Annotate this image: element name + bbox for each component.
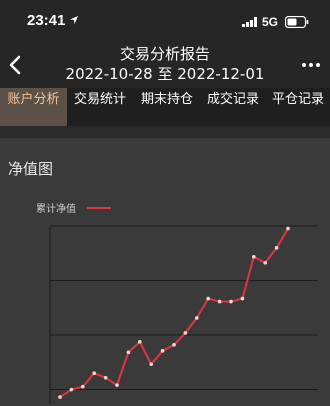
tab-bar: 账户分析 交易统计 期末持仓 成交记录 平仓记录 [0, 88, 330, 126]
data-point [69, 387, 74, 392]
data-point [229, 299, 233, 304]
status-bar: 23:41 5G [0, 0, 330, 42]
data-point [172, 343, 176, 347]
tab-account-analysis[interactable]: 账户分析 [0, 88, 67, 126]
data-point [183, 331, 188, 335]
battery-icon [285, 16, 309, 28]
data-point [206, 296, 210, 301]
tab-close-records[interactable]: 平仓记录 [266, 88, 330, 126]
chart-series [58, 226, 290, 399]
data-point [160, 349, 165, 353]
chart-legend: 累计净值 [36, 202, 111, 215]
net-value-section-title: 净值图 [8, 160, 54, 178]
signal-bars-icon [242, 17, 257, 27]
data-point [195, 316, 199, 320]
data-point [81, 384, 85, 389]
data-point [103, 375, 108, 380]
data-point [138, 340, 142, 344]
legend-series-label: 累计净值 [36, 202, 76, 215]
data-point [149, 362, 153, 367]
date-range: 2022-10-28 至 2022-12-01 [65, 65, 265, 83]
data-point [126, 350, 131, 355]
page-title: 交易分析报告 [119, 45, 210, 63]
nav-bar: 交易分析报告 2022-10-28 至 2022-12-01 [0, 42, 330, 88]
tab-deal-records[interactable]: 成交记录 [201, 88, 265, 126]
data-point [263, 260, 268, 265]
network-label: 5G [262, 15, 279, 29]
tab-end-positions[interactable]: 期末持仓 [135, 88, 199, 126]
data-point [286, 226, 290, 231]
panel-divider [0, 126, 330, 138]
more-dots-icon[interactable] [301, 62, 321, 68]
data-point [240, 296, 245, 301]
location-arrow-icon [70, 16, 78, 24]
net-value-chart: 累计净值 [36, 202, 318, 404]
chevron-left-icon[interactable] [8, 55, 22, 75]
data-point [252, 255, 256, 259]
data-point [274, 246, 279, 250]
tab-trade-stats[interactable]: 交易统计 [68, 88, 132, 126]
status-time: 23:41 [27, 12, 66, 29]
data-point [217, 299, 222, 304]
data-point [92, 371, 96, 375]
data-point [115, 383, 119, 387]
data-point [58, 395, 62, 399]
